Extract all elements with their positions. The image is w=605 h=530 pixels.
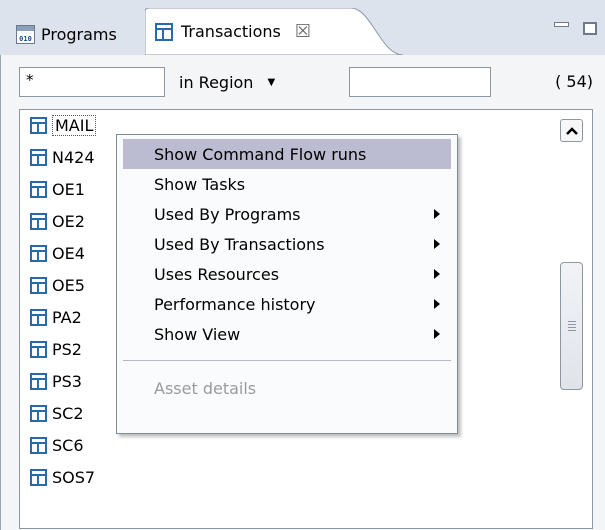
list-item[interactable]: OE1 [30, 176, 85, 202]
transaction-table-icon [30, 404, 47, 422]
transaction-table-icon [30, 468, 47, 486]
menu-item[interactable]: Performance history [123, 289, 451, 319]
list-item-label: SOS7 [52, 467, 96, 487]
list-item[interactable]: SOS7 [30, 464, 95, 490]
list-item-label: PS3 [52, 371, 82, 391]
list-item[interactable]: OE2 [30, 208, 85, 234]
maximize-icon[interactable] [583, 22, 597, 35]
transaction-table-icon [30, 148, 47, 166]
transaction-table-icon [30, 116, 47, 134]
list-item-label: SC6 [52, 435, 84, 455]
transaction-table-icon [30, 372, 47, 390]
list-item-label: OE5 [52, 275, 85, 295]
list-item-label: MAIL [52, 114, 97, 136]
transaction-table-icon [30, 340, 47, 358]
list-item[interactable]: SC6 [30, 432, 84, 458]
scroll-up-button[interactable] [560, 119, 583, 142]
menu-item[interactable]: Used By Transactions [123, 229, 451, 259]
menu-item-label: Used By Programs [154, 204, 301, 224]
tab-programs[interactable]: 010 Programs [10, 14, 145, 55]
region-input[interactable] [349, 67, 491, 97]
list-item[interactable]: PS2 [30, 336, 82, 362]
list-item[interactable]: OE4 [30, 240, 85, 266]
list-item-label: PA2 [52, 307, 82, 327]
menu-item-label: Asset details [154, 378, 257, 398]
close-tab-icon[interactable]: ☒ [295, 21, 311, 42]
submenu-arrow-icon [434, 239, 440, 249]
program-010-icon: 010 [16, 25, 35, 44]
menu-item-label: Performance history [154, 294, 316, 314]
menu-item-label: Show View [154, 324, 241, 344]
list-item-label: SC2 [52, 403, 84, 423]
menu-item-label: Used By Transactions [154, 234, 325, 254]
filter-bar: * in Region ▼ [19, 67, 491, 97]
name-filter-input[interactable]: * [19, 67, 165, 97]
tab-transactions-label: Transactions [181, 22, 281, 41]
list-item-label: OE4 [52, 243, 85, 263]
tab-programs-label: Programs [41, 25, 117, 44]
submenu-arrow-icon [434, 329, 440, 339]
dropdown-arrow-icon: ▼ [267, 76, 276, 88]
view-window-controls [554, 22, 597, 35]
list-item[interactable]: N424 [30, 144, 95, 170]
scope-dropdown[interactable]: in Region ▼ [179, 73, 349, 92]
transaction-table-icon [30, 436, 47, 454]
menu-item-label: Show Tasks [154, 174, 246, 194]
scrollbar-thumb[interactable] [560, 262, 583, 390]
menu-item[interactable]: Show Tasks [123, 169, 451, 199]
list-item[interactable]: OE5 [30, 272, 85, 298]
menu-item[interactable]: Used By Programs [123, 199, 451, 229]
list-item-label: PS2 [52, 339, 82, 359]
list-item-label: OE1 [52, 179, 85, 199]
transaction-table-icon [30, 212, 47, 230]
list-item-label: N424 [52, 147, 95, 167]
transaction-table-icon [30, 308, 47, 326]
transaction-table-icon [30, 180, 47, 198]
menu-item-label: Uses Resources [154, 264, 280, 284]
menu-item[interactable]: Uses Resources [123, 259, 451, 289]
submenu-arrow-icon [434, 269, 440, 279]
list-item[interactable]: MAIL [30, 112, 97, 138]
list-item[interactable]: SC2 [30, 400, 84, 426]
context-menu: Show Command Flow runs Show Tasks Used By … [116, 134, 458, 434]
list-item[interactable]: PA2 [30, 304, 82, 330]
menu-item[interactable]: Asset details [123, 373, 451, 403]
submenu-arrow-icon [434, 209, 440, 219]
list-item-label: OE2 [52, 211, 85, 231]
menu-item[interactable]: Show View [123, 319, 451, 349]
table-icon [155, 22, 173, 41]
submenu-arrow-icon [434, 299, 440, 309]
view-tab-bar: 010 Programs Transactions ☒ [0, 0, 605, 55]
transaction-table-icon [30, 244, 47, 262]
list-item[interactable]: PS3 [30, 368, 82, 394]
menu-separator [123, 360, 451, 361]
transaction-table-icon [30, 276, 47, 294]
chevron-up-icon [565, 126, 578, 135]
menu-item-label: Show Command Flow runs [154, 144, 367, 164]
menu-item[interactable]: Show Command Flow runs [123, 139, 451, 169]
result-count: ( 54) [555, 72, 593, 91]
minimize-icon[interactable] [554, 22, 569, 27]
scope-label: in Region [179, 72, 254, 92]
